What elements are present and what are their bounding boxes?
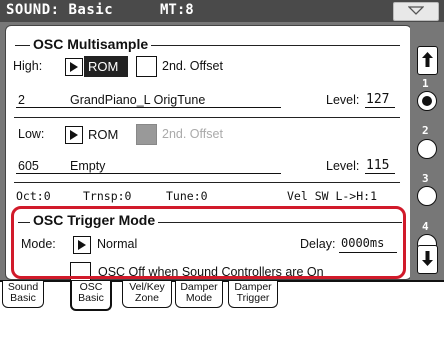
tab-label-line2: Basic	[10, 292, 36, 304]
low-level-underline	[365, 173, 395, 174]
oct-param[interactable]: Oct:0	[16, 189, 51, 203]
high-source-arrow[interactable]	[65, 58, 83, 76]
tab-label-line2: Basic	[78, 292, 104, 304]
low-label: Low:	[18, 127, 45, 141]
high-sample-underline	[16, 107, 281, 108]
triangle-right-icon	[70, 130, 78, 140]
page-number-1: 1	[422, 77, 429, 90]
tune-param[interactable]: Tune:0	[166, 189, 208, 203]
high-2nd-offset-label: 2nd. Offset	[162, 59, 223, 73]
low-level-value[interactable]: 115	[366, 158, 389, 173]
page-number-4: 4	[422, 220, 429, 233]
high-sample-name[interactable]: GrandPiano_L OrigTune	[70, 93, 205, 107]
low-2nd-offset-label: 2nd. Offset	[162, 127, 223, 141]
tab-label-line2: Zone	[135, 292, 159, 304]
page-menu-button[interactable]	[393, 2, 439, 21]
page-radio-2[interactable]	[417, 139, 437, 159]
low-level-label: Level:	[326, 159, 360, 173]
divider	[14, 117, 400, 118]
scroll-down-button[interactable]	[417, 245, 438, 274]
chevron-down-icon	[408, 6, 424, 15]
low-2nd-offset-checkbox	[136, 124, 157, 145]
high-2nd-offset-checkbox[interactable]	[136, 56, 157, 77]
page-number-2: 2	[422, 124, 429, 137]
page-number-3: 3	[422, 172, 429, 185]
high-level-label: Level:	[326, 93, 360, 107]
low-source-value[interactable]: ROM	[88, 127, 118, 142]
tab-vel-key-zone[interactable]: Vel/Key Zone	[122, 281, 172, 308]
high-label: High:	[13, 59, 43, 73]
high-level-value[interactable]: 127	[366, 92, 389, 107]
arrow-up-icon	[422, 52, 433, 67]
high-source-value: ROM	[88, 59, 119, 74]
tab-label-line2: Mode	[185, 292, 213, 304]
page-radio-1[interactable]	[417, 91, 437, 111]
scroll-up-button[interactable]	[417, 46, 438, 75]
high-level-underline	[365, 107, 395, 108]
tab-damper-trigger[interactable]: Damper Trigger	[228, 281, 278, 308]
low-sample-number[interactable]: 605	[18, 159, 39, 173]
page-radio-3[interactable]	[417, 186, 437, 206]
mode-indicator: MT:8	[160, 2, 194, 18]
highlight-outline	[11, 206, 406, 279]
osc-multisample-title: OSC Multisample	[30, 36, 152, 52]
arrow-down-icon	[422, 251, 433, 266]
tab-sound-basic[interactable]: Sound Basic	[2, 281, 44, 308]
tab-label-line2: Trigger	[236, 292, 270, 304]
low-source-arrow[interactable]	[65, 126, 83, 144]
sound-basic-screen: SOUND: Basic MT:8 OSC Multisample High: …	[0, 0, 444, 338]
page-title: SOUND: Basic	[6, 2, 114, 18]
transpose-param[interactable]: Trnsp:0	[83, 189, 131, 203]
tab-damper-mode[interactable]: Damper Mode	[175, 281, 223, 308]
divider	[14, 182, 400, 183]
low-sample-underline	[16, 173, 281, 174]
triangle-right-icon	[70, 62, 78, 72]
low-sample-name[interactable]: Empty	[70, 159, 105, 173]
tab-osc-basic[interactable]: OSC Basic	[70, 281, 112, 311]
high-sample-number[interactable]: 2	[18, 93, 25, 107]
vel-switch-param[interactable]: Vel SW L->H:1	[287, 189, 377, 203]
